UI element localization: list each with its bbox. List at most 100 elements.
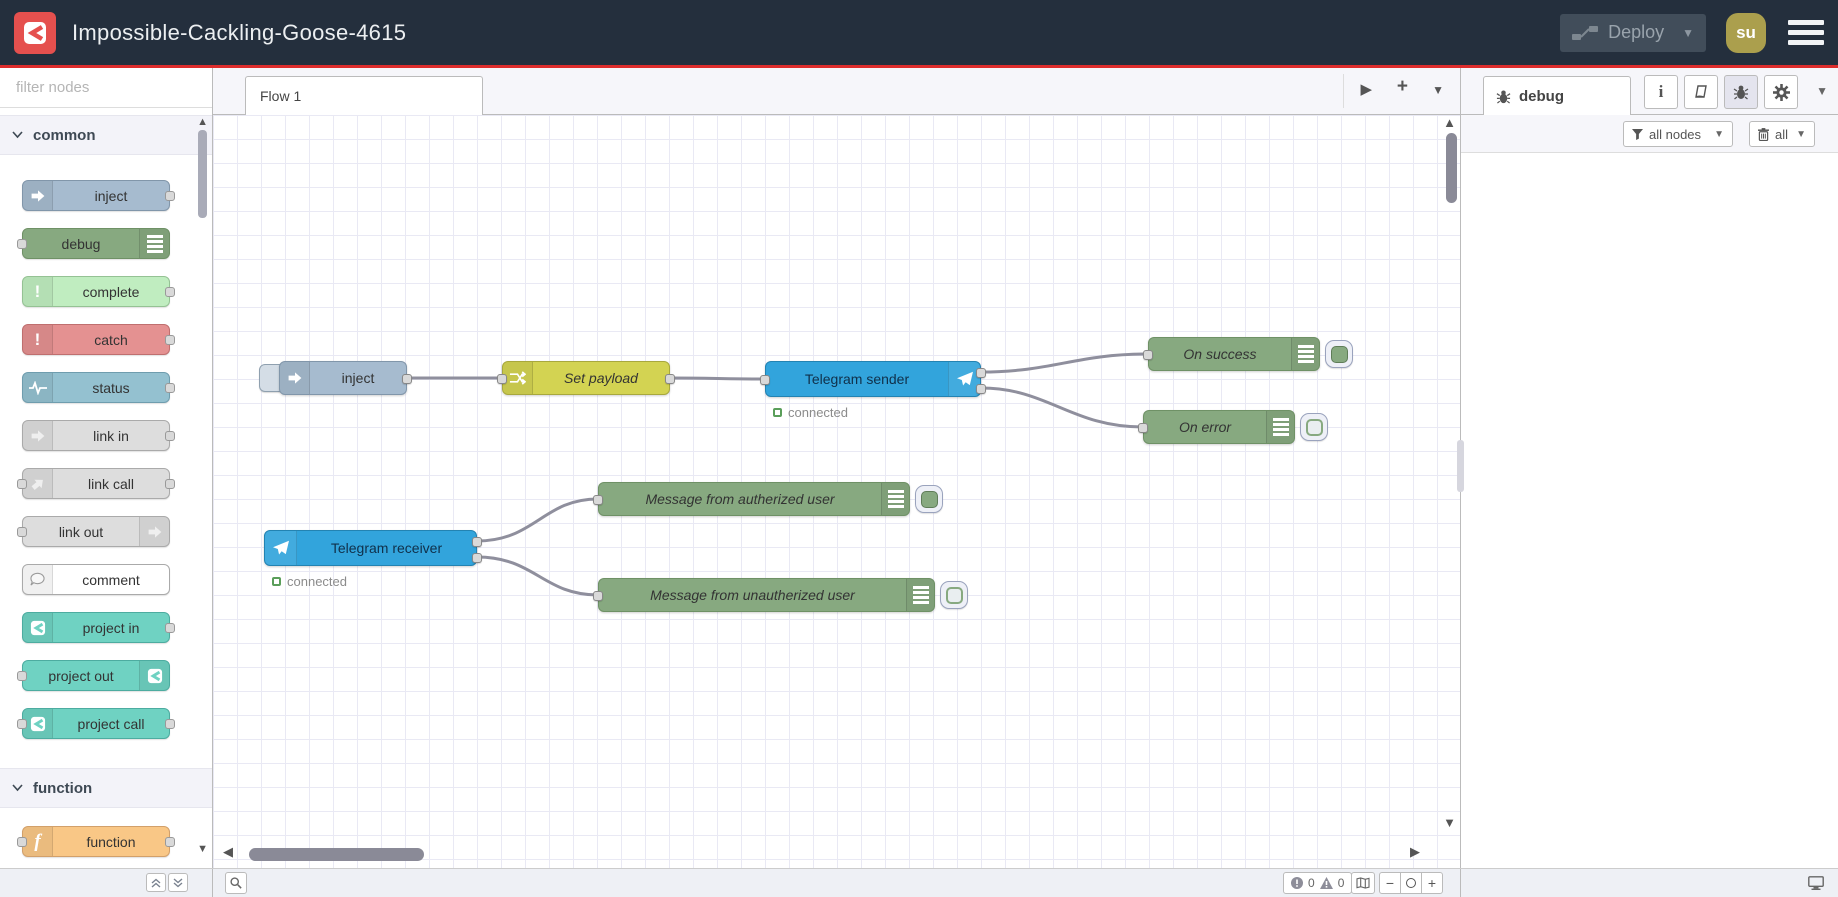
- output-port[interactable]: [165, 190, 175, 201]
- palette-node-project-call[interactable]: project call: [17, 708, 175, 739]
- palette-node-catch[interactable]: ! catch: [22, 324, 175, 355]
- zoom-in-button[interactable]: +: [1421, 872, 1443, 894]
- notification-counts[interactable]: 0 0: [1283, 872, 1353, 894]
- comment-bubble-icon: [23, 565, 53, 594]
- flow-node-on-success[interactable]: On success: [1143, 337, 1320, 371]
- palette-node-link-call[interactable]: link call: [17, 468, 175, 499]
- flow-node-inject[interactable]: inject: [279, 361, 412, 395]
- palette-node-function[interactable]: f function: [17, 826, 175, 857]
- tab-debug[interactable]: debug: [1483, 76, 1631, 116]
- output-port[interactable]: [165, 286, 175, 297]
- vscroll-thumb[interactable]: [1446, 133, 1457, 203]
- palette-scroll-down-icon[interactable]: ▼: [197, 843, 208, 855]
- zoom-reset-button[interactable]: [1400, 872, 1422, 894]
- debug-enable-toggle[interactable]: [940, 581, 968, 609]
- flow-node-telegram-sender[interactable]: Telegram sender: [760, 361, 986, 397]
- input-port[interactable]: [17, 836, 27, 847]
- deploy-caret-icon[interactable]: ▼: [1682, 26, 1694, 40]
- input-port[interactable]: [593, 495, 603, 505]
- exclamation-icon: !: [23, 277, 53, 306]
- output-port[interactable]: [165, 836, 175, 847]
- palette-expand-all-button[interactable]: [168, 873, 188, 892]
- input-port[interactable]: [593, 591, 603, 601]
- vscroll-down-icon[interactable]: ▼: [1443, 815, 1456, 830]
- navigator-button[interactable]: [1351, 872, 1375, 894]
- palette-filter-input[interactable]: [16, 79, 212, 96]
- output-port-2[interactable]: [976, 384, 986, 394]
- input-port[interactable]: [1143, 350, 1153, 360]
- console-button[interactable]: [1804, 872, 1828, 894]
- output-port[interactable]: [165, 718, 175, 729]
- palette-node-project-in[interactable]: project in: [22, 612, 175, 643]
- flow-canvas[interactable]: inject Set payload Telegram sender conne…: [213, 115, 1460, 868]
- debug-clear-button[interactable]: all ▼: [1749, 121, 1815, 147]
- palette-node-project-out[interactable]: project out: [17, 660, 170, 691]
- config-tab-button[interactable]: [1764, 75, 1798, 109]
- add-flow-icon[interactable]: +: [1397, 76, 1408, 98]
- debug-enable-toggle[interactable]: [1300, 413, 1328, 441]
- sidebar-menu-caret-icon[interactable]: ▼: [1816, 84, 1828, 98]
- palette-node-complete[interactable]: ! complete: [22, 276, 175, 307]
- input-port[interactable]: [497, 374, 507, 384]
- palette-node-label: complete: [82, 283, 140, 300]
- palette-category-common[interactable]: common: [0, 115, 212, 155]
- palette-scrollbar-thumb[interactable]: [198, 130, 207, 218]
- output-port-1[interactable]: [976, 368, 986, 378]
- flow-node-on-error[interactable]: On error: [1138, 410, 1295, 444]
- flow-node-msg-authorized[interactable]: Message from autherized user: [593, 482, 910, 516]
- output-port[interactable]: [165, 622, 175, 633]
- output-port[interactable]: [665, 374, 675, 384]
- debug-tab-button[interactable]: [1724, 75, 1758, 109]
- palette-node-debug[interactable]: debug: [17, 228, 170, 259]
- input-port[interactable]: [760, 375, 770, 385]
- flow-node-set-payload[interactable]: Set payload: [497, 361, 675, 395]
- input-port[interactable]: [1138, 423, 1148, 433]
- input-port[interactable]: [17, 670, 27, 681]
- palette-node-link-out[interactable]: link out: [17, 516, 170, 547]
- hscroll-thumb[interactable]: [249, 848, 424, 861]
- canvas-search-button[interactable]: [225, 872, 247, 894]
- info-tab-button[interactable]: i: [1644, 75, 1678, 109]
- flow-list-caret-icon[interactable]: ▼: [1432, 83, 1444, 97]
- palette-scroll-up-icon[interactable]: ▲: [197, 116, 208, 128]
- debug-enable-toggle[interactable]: [915, 485, 943, 513]
- output-port[interactable]: [165, 334, 175, 345]
- flow-node-telegram-receiver[interactable]: Telegram receiver: [264, 530, 482, 566]
- deploy-button[interactable]: Deploy ▼: [1560, 13, 1706, 52]
- zoom-controls: − +: [1379, 872, 1443, 894]
- hscroll-left-icon[interactable]: ◀: [223, 844, 233, 860]
- debug-enable-toggle[interactable]: [1325, 340, 1353, 368]
- debug-list-icon: [1266, 411, 1294, 443]
- input-port[interactable]: [17, 526, 27, 537]
- output-port-1[interactable]: [472, 537, 482, 547]
- palette-node-status[interactable]: status: [22, 372, 175, 403]
- output-port[interactable]: [402, 374, 412, 384]
- output-port[interactable]: [165, 430, 175, 441]
- output-port[interactable]: [165, 478, 175, 489]
- user-avatar[interactable]: su: [1726, 12, 1766, 53]
- main-menu-icon[interactable]: [1788, 20, 1824, 45]
- input-port[interactable]: [17, 478, 27, 489]
- palette-node-inject[interactable]: inject: [22, 180, 175, 211]
- output-port[interactable]: [165, 382, 175, 393]
- status-connected-icon: [272, 577, 281, 586]
- flow-node-label: Message from autherized user: [645, 491, 835, 507]
- tab-flow-1[interactable]: Flow 1: [245, 76, 483, 116]
- debug-filter-button[interactable]: all nodes ▼: [1623, 121, 1733, 147]
- palette-category-function[interactable]: function: [0, 768, 212, 808]
- hscroll-right-icon[interactable]: ▶: [1410, 844, 1420, 860]
- input-port[interactable]: [17, 718, 27, 729]
- tab-scroll-right-icon[interactable]: ▶: [1360, 80, 1372, 98]
- palette-collapse-all-button[interactable]: [146, 873, 166, 892]
- palette-search[interactable]: [0, 68, 212, 108]
- sidebar-resize-handle[interactable]: [1457, 440, 1464, 492]
- vscroll-up-icon[interactable]: ▲: [1443, 115, 1456, 130]
- palette-node-label: debug: [61, 235, 101, 252]
- palette-node-comment[interactable]: comment: [22, 564, 170, 595]
- help-tab-button[interactable]: [1684, 75, 1718, 109]
- flow-node-msg-unauthorized[interactable]: Message from unautherized user: [593, 578, 935, 612]
- palette-node-link-in[interactable]: link in: [22, 420, 175, 451]
- input-port[interactable]: [17, 238, 27, 249]
- zoom-out-button[interactable]: −: [1379, 872, 1401, 894]
- output-port-2[interactable]: [472, 553, 482, 563]
